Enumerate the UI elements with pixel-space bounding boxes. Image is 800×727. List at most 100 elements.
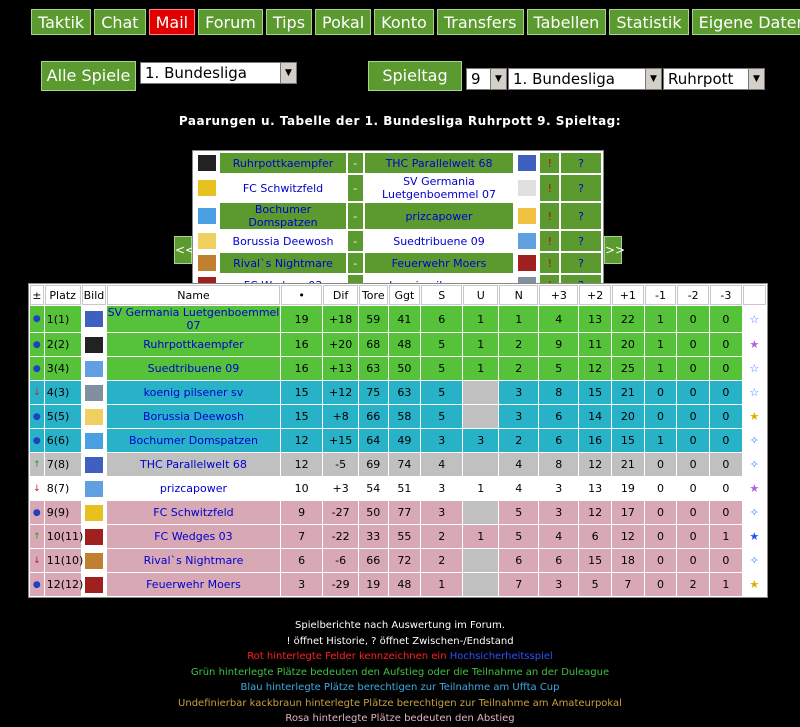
star-icon[interactable]: ★ — [742, 525, 766, 548]
stat-p1: 12 — [612, 525, 644, 548]
home-team[interactable]: Rival`s Nightmare — [220, 253, 346, 273]
team-name-link[interactable]: SV Germania Luetgenboemmel 07 — [106, 306, 281, 332]
column-header — [742, 285, 766, 305]
history-link[interactable]: ! — [540, 153, 560, 173]
nav-chat[interactable]: Chat — [94, 9, 146, 35]
stat-m2: 0 — [677, 333, 710, 356]
away-team[interactable]: prizcapower — [365, 203, 513, 229]
standing-link[interactable]: ? — [561, 253, 601, 273]
standing-link[interactable]: ? — [561, 175, 601, 201]
stat-p3: 3 — [539, 501, 579, 524]
legend-line: Rot hinterlegte Felder kennzeichnen ein … — [0, 649, 800, 665]
legend-line: Undefinierbar kackbraun hinterlegte Plät… — [0, 696, 800, 712]
nav-konto[interactable]: Konto — [374, 9, 434, 35]
stat-p2: 5 — [579, 573, 611, 596]
team-name-link[interactable]: Feuerwehr Moers — [106, 573, 281, 596]
stat-m2: 0 — [677, 381, 710, 404]
team-name-link[interactable]: Ruhrpottkaempfer — [106, 333, 281, 356]
stat-p3: 6 — [539, 549, 579, 572]
pairing-row: Bochumer Domspatzen - prizcapower!? — [195, 203, 601, 229]
star-icon[interactable]: ✧ — [742, 501, 766, 524]
star-icon[interactable]: ★ — [742, 333, 766, 356]
stat-pts: 6 — [281, 549, 323, 572]
team-name-link[interactable]: Rival`s Nightmare — [106, 549, 281, 572]
platz-cell: 9(9) — [44, 501, 81, 524]
team-name-link[interactable]: Suedtribuene 09 — [106, 357, 281, 380]
trend-icon: ● — [30, 357, 44, 380]
star-icon[interactable]: ☆ — [742, 306, 766, 332]
stat-u: 3 — [463, 429, 499, 452]
alle-spiele-select[interactable]: 1. Bundesliga ▼ — [140, 62, 297, 84]
platz-cell: 5(5) — [44, 405, 81, 428]
standing-link[interactable]: ? — [561, 203, 601, 229]
spieltag-select[interactable]: 9 ▼ — [466, 68, 507, 90]
star-icon[interactable]: ★ — [742, 405, 766, 428]
history-link[interactable]: ! — [540, 253, 560, 273]
stat-m2: 0 — [677, 429, 710, 452]
spieltag-button[interactable]: Spieltag — [368, 61, 462, 91]
team-name-link[interactable]: FC Wedges 03 — [106, 525, 281, 548]
trend-icon: ● — [30, 333, 44, 356]
trend-icon: ● — [30, 429, 44, 452]
away-team[interactable]: SV Germania Luetgenboemmel 07 — [365, 175, 513, 201]
stat-n: 2 — [499, 357, 539, 380]
team-name-link[interactable]: prizcapower — [106, 477, 281, 500]
nav-statistik[interactable]: Statistik — [609, 9, 689, 35]
liga-select[interactable]: 1. Bundesliga ▼ — [508, 68, 662, 90]
away-team[interactable]: Feuerwehr Moers — [365, 253, 513, 273]
table-row: ● 1(1) SV Germania Luetgenboemmel 07 19 +18 5… — [30, 306, 766, 332]
star-icon[interactable]: ☆ — [742, 357, 766, 380]
gruppe-select[interactable]: Ruhrpott ▼ — [663, 68, 765, 90]
standing-link[interactable]: ? — [561, 231, 601, 251]
standing-link[interactable]: ? — [561, 153, 601, 173]
history-link[interactable]: ! — [540, 231, 560, 251]
star-icon[interactable]: ✧ — [742, 453, 766, 476]
away-team[interactable]: THC Parallelwelt 68 — [365, 153, 513, 173]
next-spieltag-button[interactable]: >> — [604, 236, 625, 264]
stat-ggt: 58 — [388, 405, 421, 428]
history-link[interactable]: ! — [540, 175, 560, 201]
nav-pokal[interactable]: Pokal — [315, 9, 372, 35]
star-icon[interactable]: ★ — [742, 573, 766, 596]
home-team[interactable]: Bochumer Domspatzen — [220, 203, 346, 229]
stat-dif: +12 — [323, 381, 359, 404]
stat-m3: 0 — [710, 333, 742, 356]
away-team[interactable]: Suedtribuene 09 — [365, 231, 513, 251]
home-team[interactable]: Borussia Deewosh — [220, 231, 346, 251]
home-team[interactable]: FC Schwitzfeld — [220, 175, 346, 201]
team-logo-icon — [81, 501, 106, 524]
team-name-link[interactable]: Bochumer Domspatzen — [106, 429, 281, 452]
team-name-link[interactable]: Borussia Deewosh — [106, 405, 281, 428]
team-logo-icon — [515, 203, 538, 229]
history-link[interactable]: ! — [540, 203, 560, 229]
star-icon[interactable]: ☆ — [742, 381, 766, 404]
star-icon[interactable]: ✧ — [742, 549, 766, 572]
nav-tabellen[interactable]: Tabellen — [526, 9, 607, 35]
stat-p2: 16 — [579, 429, 611, 452]
team-name-link[interactable]: THC Parallelwelt 68 — [106, 453, 281, 476]
star-icon[interactable]: ✧ — [742, 429, 766, 452]
team-name-link[interactable]: FC Schwitzfeld — [106, 501, 281, 524]
home-team[interactable]: Ruhrpottkaempfer — [220, 153, 346, 173]
stat-m3: 0 — [710, 306, 742, 332]
stat-p1: 17 — [612, 501, 644, 524]
prev-spieltag-button[interactable]: << — [174, 236, 195, 264]
vs-separator: - — [347, 153, 364, 173]
nav-eigene-daten[interactable]: Eigene Daten — [691, 9, 800, 35]
stat-m3: 1 — [710, 573, 742, 596]
stat-p3: 6 — [539, 405, 579, 428]
star-icon[interactable]: ★ — [742, 477, 766, 500]
nav-taktik[interactable]: Taktik — [31, 9, 92, 35]
nav-forum[interactable]: Forum — [198, 9, 263, 35]
nav-transfers[interactable]: Transfers — [436, 9, 524, 35]
stat-p2: 13 — [579, 477, 611, 500]
team-name-link[interactable]: koenig pilsener sv — [106, 381, 281, 404]
stat-m3: 0 — [710, 405, 742, 428]
alle-spiele-button[interactable]: Alle Spiele — [41, 61, 136, 91]
team-logo-icon — [81, 405, 106, 428]
nav-tips[interactable]: Tips — [265, 9, 313, 35]
stat-m2: 0 — [677, 306, 710, 332]
vs-separator: - — [347, 231, 364, 251]
nav-mail[interactable]: Mail — [148, 9, 196, 35]
stat-p3: 5 — [539, 357, 579, 380]
